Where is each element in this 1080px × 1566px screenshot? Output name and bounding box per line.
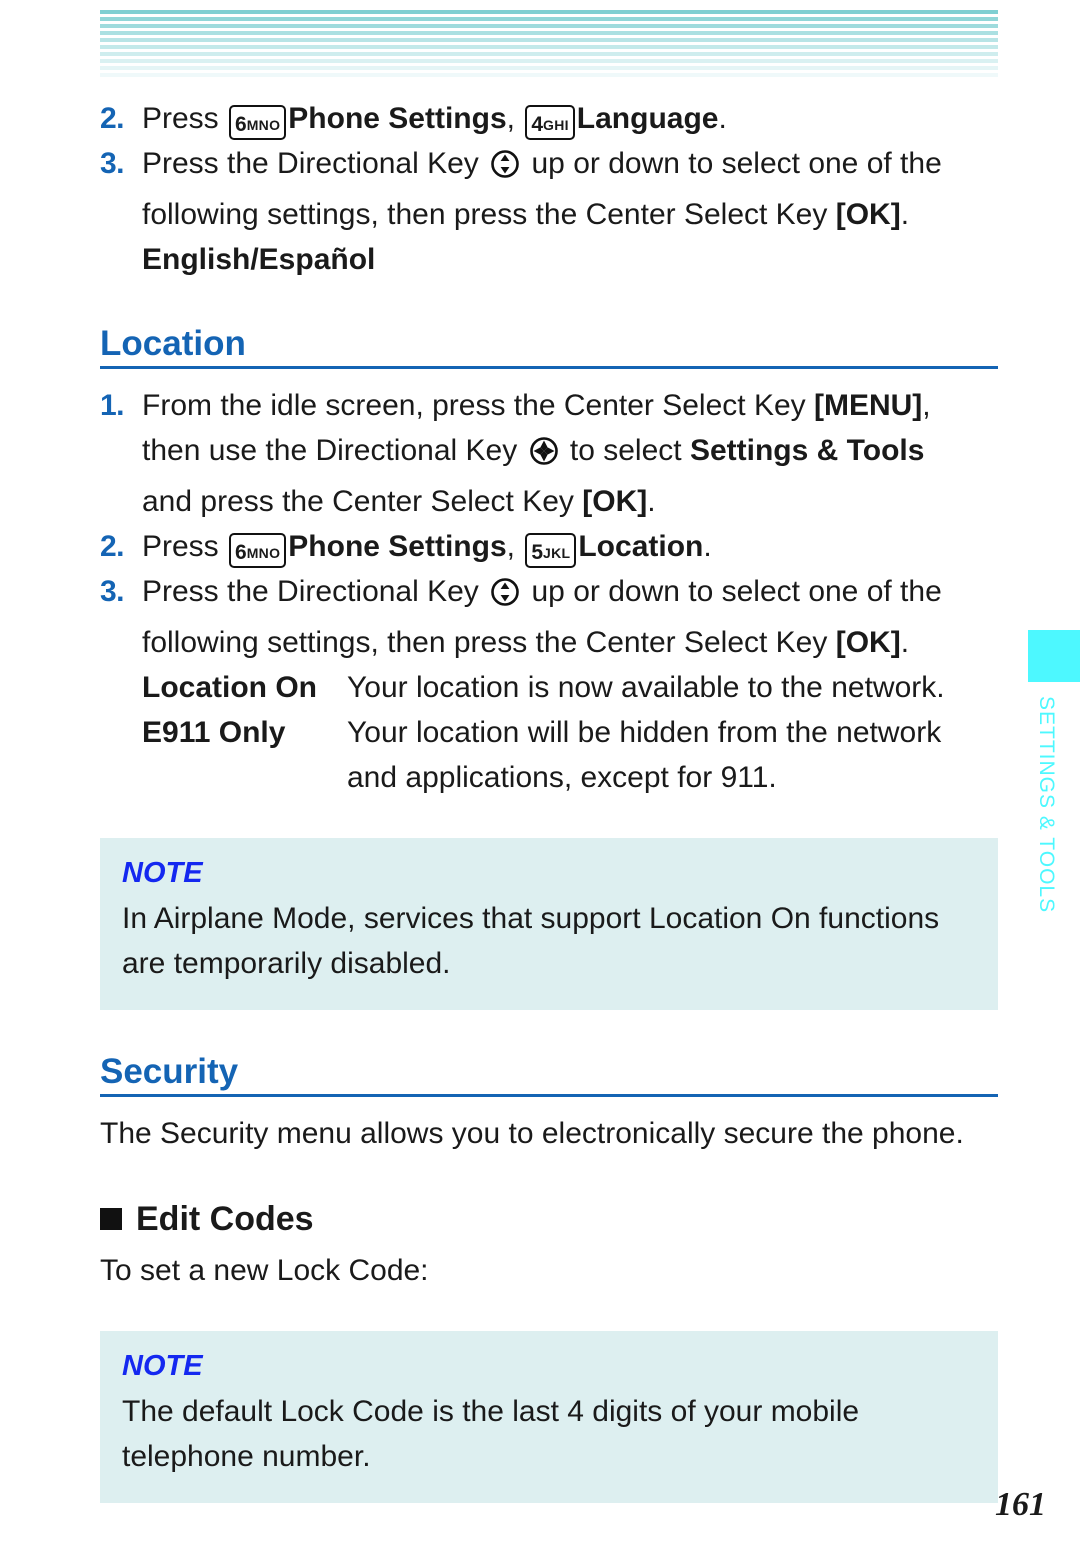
step-number: 1.: [100, 389, 125, 422]
step-number: 2.: [100, 102, 125, 135]
location-option-desc: Your location will be hidden from the ne…: [347, 716, 942, 794]
location-label: Location: [578, 530, 704, 563]
step-location-2: 2. Press 6MNO Phone Settings, 5JKL Locatio…: [100, 524, 998, 569]
step-text-separator: ,: [506, 102, 524, 135]
step-text: From the idle screen, press the Center S…: [142, 383, 998, 428]
phone-settings-label: Phone Settings: [288, 530, 507, 563]
ok-key-label: [OK]: [582, 485, 648, 518]
step-language-3-line2: following settings, then press the Cente…: [142, 192, 998, 237]
step-text-separator: ,: [506, 530, 524, 563]
section-heading-security: Security: [100, 1052, 998, 1097]
keycap-6-mno-icon: 6MNO: [229, 105, 287, 140]
header-stripe: [100, 59, 998, 63]
step-text-prefix: following settings, then press the Cente…: [142, 198, 836, 231]
step-text-suffix: .: [703, 530, 712, 563]
step-language-2: 2. Press 6MNO Phone Settings, 4GHI Languag…: [100, 96, 998, 141]
step-text-suffix: .: [647, 485, 656, 518]
square-bullet-icon: [100, 1208, 122, 1230]
fourway-dirkey-icon: [529, 434, 559, 479]
location-option-desc: Your location is now available to the ne…: [347, 671, 945, 704]
subsection-heading-edit-codes: Edit Codes: [100, 1200, 998, 1238]
page-content: 2. Press 6MNO Phone Settings, 4GHI Languag…: [100, 96, 998, 1503]
menu-key-label: [MENU]: [813, 389, 923, 422]
section-heading-location: Location: [100, 324, 998, 369]
step-text-prefix: following settings, then press the Cente…: [142, 626, 836, 659]
step-text-prefix: Press: [142, 530, 228, 563]
header-stripe: [100, 24, 998, 28]
step-text-prefix: Press the Directional Key: [142, 147, 488, 180]
language-label: Language: [576, 102, 719, 135]
step-number: 3.: [100, 575, 125, 608]
header-stripe: [100, 17, 998, 21]
side-tab-settings-and-tools: SETTINGS & TOOLS: [1028, 630, 1080, 913]
step-text-prefix: Press: [142, 102, 228, 135]
settings-and-tools-label: Settings & Tools: [689, 434, 925, 467]
header-stripe: [100, 10, 998, 14]
step-text-prefix: Press the Directional Key: [142, 575, 488, 608]
note-label: NOTE: [122, 1350, 203, 1382]
step-location-3-line2: following settings, then press the Cente…: [142, 620, 998, 665]
step-number: 2.: [100, 530, 125, 563]
header-stripe: [100, 31, 998, 35]
section-heading-rule: [100, 1094, 998, 1097]
updown-dirkey-icon: [490, 575, 520, 620]
step-location-1: 1. From the idle screen, press the Cente…: [100, 383, 998, 428]
keycap-4-ghi-icon: 4GHI: [525, 105, 575, 140]
location-option-row: Location On Your location is now availab…: [142, 665, 998, 710]
side-tab-label: SETTINGS & TOOLS: [1035, 696, 1058, 914]
step-text: Press the Directional Key up or down to …: [142, 569, 998, 620]
header-stripe: [100, 52, 998, 56]
step-text: Press the Directional Key up or down to …: [142, 141, 998, 192]
keycap-6-mno-icon: 6MNO: [229, 533, 287, 568]
header-stripe: [100, 66, 998, 70]
section-heading-rule: [100, 366, 998, 369]
subsection-heading-text: Edit Codes: [136, 1200, 314, 1238]
note-label: NOTE: [122, 857, 203, 889]
step-language-3: 3. Press the Directional Key up or down …: [100, 141, 998, 192]
step-number: 3.: [100, 147, 125, 180]
location-option-row: E911 Only Your location will be hidden f…: [142, 710, 998, 800]
header-stripe: [100, 73, 998, 77]
step-location-3: 3. Press the Directional Key up or down …: [100, 569, 998, 620]
security-intro-text: The Security menu allows you to electron…: [100, 1117, 964, 1150]
step-text-suffix: ,: [922, 389, 931, 422]
location-option-term: E911 Only: [142, 716, 286, 749]
location-option-term: Location On: [142, 671, 317, 704]
header-stripe: [100, 45, 998, 49]
edit-codes-intro-text: To set a new Lock Code:: [100, 1254, 429, 1287]
step-location-1-line2: then use the Directional Key to select S…: [142, 428, 998, 479]
note-box-location: NOTE In Airplane Mode, services that sup…: [100, 838, 998, 1010]
side-tab-color-block: [1028, 630, 1080, 682]
step-text-suffix: up or down to select one of the: [523, 575, 942, 608]
step-text-suffix: up or down to select one of the: [523, 147, 942, 180]
step-text-prefix: From the idle screen, press the Center S…: [142, 389, 814, 422]
step-text-suffix: .: [718, 102, 727, 135]
step-text-suffix: .: [900, 626, 910, 659]
step-location-1-line3: and press the Center Select Key [OK].: [142, 479, 998, 524]
step-text-middle: to select: [561, 434, 690, 467]
step-text: Press 6MNO Phone Settings, 5JKL Location.: [142, 524, 998, 569]
step-text-prefix: and press the Center Select Key: [142, 485, 583, 518]
note-text: In Airplane Mode, services that support …: [122, 902, 940, 980]
section-heading-text: Location: [100, 324, 246, 363]
note-text: The default Lock Code is the last 4 digi…: [122, 1395, 860, 1473]
ok-key-label: [OK]: [835, 626, 901, 659]
note-box-security: NOTE The default Lock Code is the last 4…: [100, 1331, 998, 1503]
decorative-header-stripes: [100, 10, 998, 82]
ok-key-label: [OK]: [835, 198, 901, 231]
page-number: 161: [995, 1486, 1046, 1523]
step-text-suffix: .: [900, 198, 910, 231]
step-text: Press 6MNO Phone Settings, 4GHI Language.: [142, 96, 998, 141]
keycap-5-jkl-icon: 5JKL: [525, 533, 577, 568]
step-text-prefix: then use the Directional Key: [142, 434, 526, 467]
language-option-label: English/Español: [142, 243, 376, 276]
header-stripe: [100, 38, 998, 42]
section-heading-text: Security: [100, 1052, 239, 1091]
updown-dirkey-icon: [490, 147, 520, 192]
phone-settings-label: Phone Settings: [288, 102, 507, 135]
